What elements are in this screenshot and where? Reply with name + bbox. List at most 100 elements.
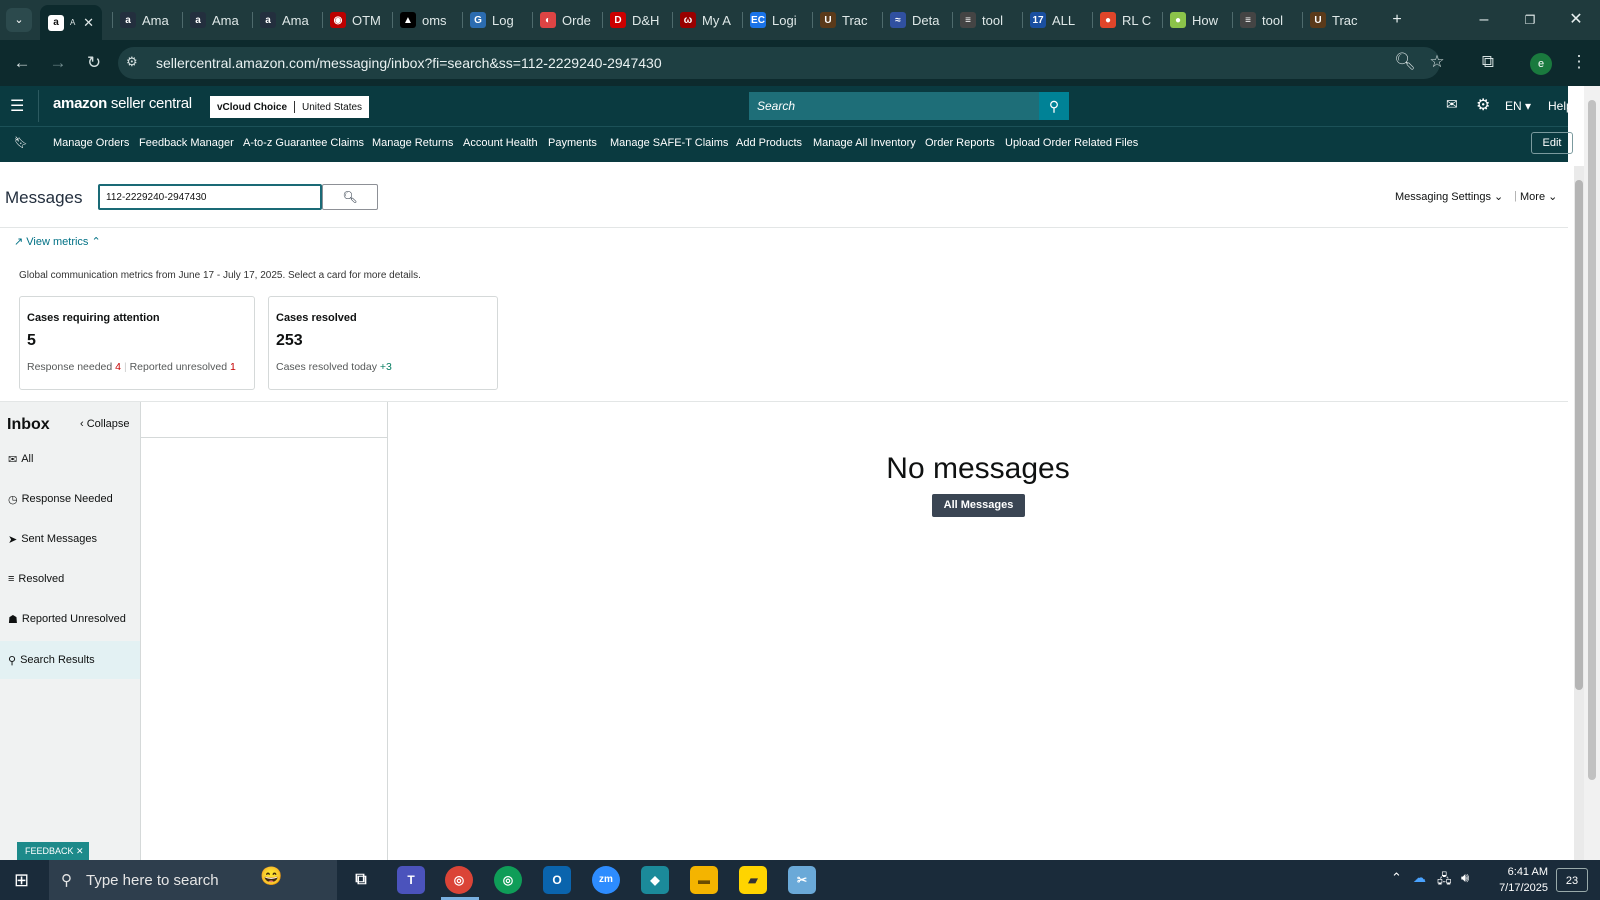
browser-tab[interactable]: ≈ Deta <box>886 6 950 34</box>
sidebar-item-search-results[interactable]: ⚲ Search Results <box>0 641 140 679</box>
bookmark-star-icon[interactable]: ☆ <box>1426 51 1448 73</box>
minimize-icon[interactable]: – <box>1472 8 1496 32</box>
bookmark-icon[interactable]: 🔖︎ <box>14 136 28 149</box>
collapse-button[interactable]: ‹ Collapse <box>80 418 130 430</box>
nav-link[interactable]: Add Products <box>736 137 802 149</box>
network-icon[interactable]: 🖧︎ <box>1437 870 1452 892</box>
mail-icon[interactable]: ✉ <box>1446 96 1458 113</box>
myaccount-icon: ω <box>680 12 696 28</box>
back-icon[interactable]: ← <box>11 52 33 74</box>
sidebar-item-resolved[interactable]: ≡ Resolved <box>0 560 140 598</box>
nav-link[interactable]: Order Reports <box>925 137 995 149</box>
tab-close-icon[interactable]: ✕ <box>83 15 94 31</box>
tab-active[interactable]: a A ✕ <box>40 5 102 40</box>
chrome-profile-icon[interactable]: ◎ <box>494 866 522 894</box>
tab-label: A <box>70 18 76 27</box>
task-view-icon[interactable]: ⧉ <box>347 866 375 894</box>
windows-start-icon[interactable]: ⊞ <box>14 870 29 891</box>
file-explorer-icon[interactable]: ▬ <box>690 866 718 894</box>
logo-rest: seller central <box>107 95 192 112</box>
amazon-a-icon: a <box>120 12 136 28</box>
browser-tab[interactable]: a Ama <box>256 6 320 34</box>
taskbar-search[interactable]: ⚲ Type here to search <box>49 860 337 900</box>
browser-tab[interactable]: 17 ALL <box>1026 6 1090 34</box>
window-scrollbar-thumb[interactable] <box>1588 100 1596 780</box>
extensions-icon[interactable]: ⧉ <box>1477 51 1499 73</box>
reload-icon[interactable]: ↻ <box>83 52 105 74</box>
browser-tab[interactable]: U Trac <box>816 6 880 34</box>
browser-tab[interactable]: U Trac <box>1306 6 1370 34</box>
chevron-left-icon: ‹ <box>80 418 84 430</box>
nav-link[interactable]: Account Health <box>463 137 538 149</box>
amazon-seller-central-logo[interactable]: amazon seller central <box>53 95 192 112</box>
more-menu-link[interactable]: More ⌄ <box>1520 190 1557 203</box>
messaging-settings-link[interactable]: Messaging Settings ⌄ <box>1395 190 1503 203</box>
tab-separator <box>812 12 813 28</box>
page-scrollbar-thumb[interactable] <box>1575 180 1583 690</box>
profile-avatar[interactable]: e <box>1530 53 1552 75</box>
browser-tab[interactable]: G Log <box>466 6 530 34</box>
hamburger-menu-icon[interactable]: ☰ <box>10 96 24 116</box>
teams-icon[interactable]: T <box>397 866 425 894</box>
notification-center-icon[interactable]: 23 <box>1556 868 1588 892</box>
close-window-icon[interactable]: ✕ <box>1564 8 1588 32</box>
nav-link[interactable]: Feedback Manager <box>139 137 234 149</box>
nav-link[interactable]: Upload Order Related Files <box>1005 137 1138 149</box>
sidebar-item-response-needed[interactable]: ◷ Response Needed <box>0 480 140 518</box>
restore-icon[interactable]: ❐ <box>1518 8 1542 32</box>
message-search-button[interactable]: 🔍︎ <box>322 184 378 210</box>
language-selector[interactable]: EN ▾ <box>1505 99 1531 113</box>
nav-link[interactable]: Manage All Inventory <box>813 137 916 149</box>
sidebar-item-sent[interactable]: ➤ Sent Messages <box>0 520 140 558</box>
system-clock[interactable]: 6:41 AM 7/17/2025 <box>1478 864 1548 896</box>
volume-icon[interactable]: 🔊︎ <box>1461 870 1469 886</box>
sidebar-item-all[interactable]: ✉ All <box>0 440 140 478</box>
metric-card-attention[interactable]: Cases requiring attention 5 Response nee… <box>19 296 255 390</box>
nav-link[interactable]: Manage SAFE-T Claims <box>610 137 728 149</box>
zoom-icon[interactable]: 🔍︎ <box>1394 51 1416 73</box>
app-icon[interactable]: ◆ <box>641 866 669 894</box>
nav-link[interactable]: Payments <box>548 137 597 149</box>
settings-gear-icon[interactable]: ⚙ <box>1476 95 1490 115</box>
url-text[interactable]: sellercentral.amazon.com/messaging/inbox… <box>156 55 662 71</box>
nav-link[interactable]: Manage Returns <box>372 137 453 149</box>
browser-tab[interactable]: ≡ tool <box>956 6 1020 34</box>
edit-nav-button[interactable]: Edit <box>1531 132 1573 154</box>
browser-tab[interactable]: ≡ tool <box>1236 6 1300 34</box>
all-messages-button[interactable]: All Messages <box>932 494 1025 517</box>
sticky-notes-icon[interactable]: ▰ <box>739 866 767 894</box>
browser-tab[interactable]: EC Logi <box>746 6 810 34</box>
browser-tab[interactable]: ◐ Orde <box>536 6 600 34</box>
browser-menu-icon[interactable]: ⋮ <box>1568 51 1590 73</box>
nav-link[interactable]: Manage Orders <box>53 137 129 149</box>
header-search-button[interactable]: ⚲ <box>1039 92 1069 120</box>
chrome-icon[interactable]: ◎ <box>445 866 473 894</box>
browser-tab[interactable]: ▲ oms <box>396 6 460 34</box>
browser-tab[interactable]: ● RL C <box>1096 6 1160 34</box>
tab-label: tool <box>982 12 1003 28</box>
browser-tab[interactable]: ● How <box>1166 6 1230 34</box>
account-switcher[interactable]: vCloud Choice United States <box>210 96 370 118</box>
view-metrics-toggle[interactable]: ↗ View metrics ⌃ <box>14 235 101 248</box>
browser-tab[interactable]: ω My A <box>676 6 740 34</box>
snipping-tool-icon[interactable]: ✂ <box>788 866 816 894</box>
logo-bold: amazon <box>53 95 108 112</box>
forward-icon[interactable]: → <box>47 52 69 74</box>
browser-tab[interactable]: D D&H <box>606 6 670 34</box>
new-tab-icon[interactable]: + <box>1385 8 1409 32</box>
message-search-input[interactable] <box>98 184 322 210</box>
tray-chevron-icon[interactable]: ⌃ <box>1391 870 1402 886</box>
help-link[interactable]: Help <box>1548 99 1573 113</box>
outlook-icon[interactable]: O <box>543 866 571 894</box>
sidebar-item-reported-unresolved[interactable]: ☗ Reported Unresolved <box>0 600 140 638</box>
browser-tab[interactable]: ◉ OTM <box>326 6 390 34</box>
tab-search-dropdown-icon[interactable]: ⌄ <box>6 8 32 32</box>
browser-tab[interactable]: a Ama <box>186 6 250 34</box>
nav-link[interactable]: A-to-z Guarantee Claims <box>243 137 364 149</box>
metric-card-resolved[interactable]: Cases resolved 253 Cases resolved today … <box>268 296 498 390</box>
onedrive-icon[interactable]: ☁ <box>1413 870 1426 886</box>
browser-tab[interactable]: a Ama <box>116 6 180 34</box>
site-info-icon[interactable]: ⚙ <box>126 54 138 70</box>
zoom-app-icon[interactable]: zm <box>592 866 620 894</box>
feedback-tab[interactable]: FEEDBACK ✕ <box>17 842 89 860</box>
